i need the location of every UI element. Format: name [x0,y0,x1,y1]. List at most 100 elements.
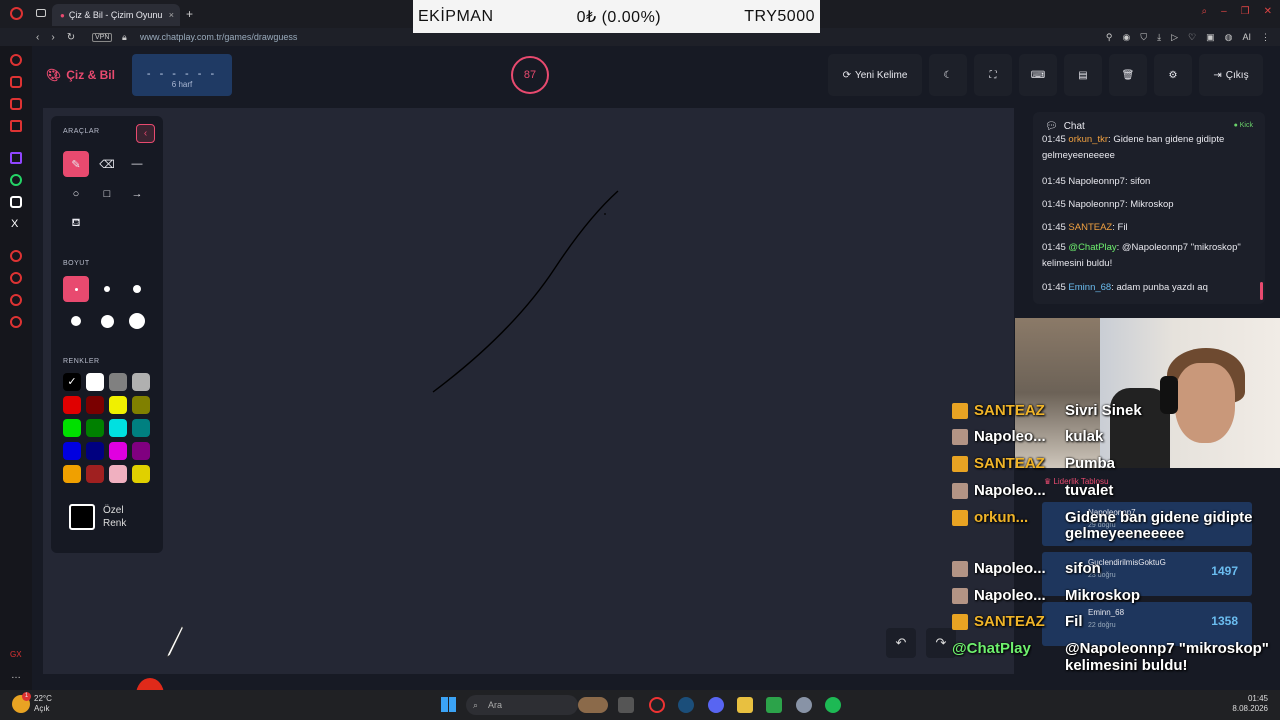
task-view-icon[interactable] [618,697,634,713]
menu-icon[interactable]: ⋮ [1261,32,1270,43]
color-swatch[interactable]: ✓ [63,373,81,391]
fullscreen-button[interactable]: ⛶ [974,54,1012,96]
taskbar-search[interactable]: ⌕ Ara [466,695,578,715]
message-user[interactable]: SANTEAZ [1068,222,1112,233]
discord-icon[interactable] [10,196,22,208]
search-icon[interactable]: ⌕ [1201,6,1207,17]
opera-gx-icon[interactable] [649,697,665,713]
x-icon[interactable]: X [11,218,18,230]
discord-taskbar-icon[interactable] [708,697,724,713]
whatsapp-icon[interactable] [10,174,22,186]
circle-tool-button[interactable]: ○ [63,181,89,207]
chat-scrollbar[interactable] [1260,282,1263,300]
pin-icon[interactable]: ⚲ [1106,32,1113,43]
reload-icon[interactable]: ↻ [67,32,75,43]
minimize-icon[interactable]: – [1221,6,1227,17]
undo-button[interactable]: ↶ [886,628,916,658]
color-swatch[interactable] [86,419,104,437]
restore-icon[interactable]: ❐ [1241,6,1250,17]
color-swatch[interactable] [109,442,127,460]
message-user[interactable]: Napoleonnp7 [1068,176,1125,187]
eraser-tool-button[interactable]: ⌫ [94,151,120,177]
size-option-5[interactable] [94,308,120,334]
archive-button[interactable]: ▤ [1064,54,1102,96]
drawing-canvas[interactable] [43,108,1014,674]
collapse-panel-button[interactable]: ‹ [136,124,155,143]
color-swatch[interactable] [132,373,150,391]
download-icon[interactable]: ⤓ [1157,32,1161,43]
color-swatch[interactable] [63,442,81,460]
folder-icon[interactable] [737,697,753,713]
gx-icon[interactable]: GX [10,650,22,659]
close-tab-icon[interactable]: × [169,10,174,20]
color-swatch[interactable] [63,419,81,437]
weather-widget[interactable]: 22°C Açık [34,694,52,714]
line-tool-button[interactable]: — [124,151,150,177]
messenger-icon[interactable] [10,120,22,132]
settings-button[interactable]: ⚙ [1154,54,1192,96]
clock-icon[interactable] [10,272,22,284]
new-tab-icon[interactable]: + [186,7,193,21]
close-window-icon[interactable]: ✕ [1264,6,1272,17]
settings-icon[interactable] [10,316,22,328]
steam-icon[interactable] [678,697,694,713]
bookmark-icon[interactable] [10,98,22,110]
search-highlight-icon[interactable] [578,697,608,713]
taskbar-clock[interactable]: 01:45 8.08.2026 [1232,694,1268,714]
play-icon[interactable]: ▷ [1171,32,1178,43]
color-swatch[interactable] [132,396,150,414]
message-user[interactable]: @ChatPlay [1068,242,1116,253]
color-swatch[interactable] [109,419,127,437]
color-swatch[interactable] [86,442,104,460]
settings-taskbar-icon[interactable] [796,697,812,713]
extension-icon[interactable]: ▣ [1206,32,1215,43]
size-option-1[interactable] [63,276,89,302]
size-option-2[interactable] [94,276,120,302]
heart-sidebar-icon[interactable] [10,294,22,306]
spotify-icon[interactable] [825,697,841,713]
music-icon[interactable] [10,250,22,262]
color-swatch[interactable] [109,396,127,414]
camera-icon[interactable]: ◉ [1123,32,1131,43]
custom-color-button[interactable]: Özel Renk [69,504,126,530]
new-word-button[interactable]: ⟳ Yeni Kelime [828,54,922,96]
exit-button[interactable]: ⇥ Çıkış [1199,54,1263,96]
forward-icon[interactable]: › [51,32,54,43]
twitch-icon[interactable] [10,152,22,164]
color-swatch[interactable] [109,465,127,483]
color-swatch[interactable] [86,373,104,391]
color-swatch[interactable] [132,419,150,437]
rectangle-tool-button[interactable]: □ [94,181,120,207]
game-logo[interactable]: 🎨︎ Çiz & Bil [46,68,115,82]
color-swatch[interactable] [63,396,81,414]
back-icon[interactable]: ‹ [36,32,39,43]
windows-start-icon[interactable] [441,697,456,712]
size-option-4[interactable] [63,308,89,334]
url-field[interactable]: www.chatplay.com.tr/games/drawguess [140,32,297,42]
app-green-icon[interactable] [766,697,782,713]
size-option-6[interactable] [124,308,150,334]
history-icon[interactable] [10,54,22,66]
color-swatch[interactable] [63,465,81,483]
message-user[interactable]: Napoleonnp7 [1068,199,1125,210]
color-swatch[interactable] [86,396,104,414]
tab-list-icon[interactable] [36,9,46,17]
opera-logo-icon[interactable] [10,7,23,20]
message-user[interactable]: orkun_tkr [1068,134,1108,145]
color-swatch[interactable] [132,465,150,483]
more-icon[interactable]: … [11,670,21,681]
color-swatch[interactable] [86,465,104,483]
message-user[interactable]: Eminn_68 [1068,282,1111,293]
heart-icon[interactable]: ♡ [1188,32,1196,43]
tab-active[interactable]: ● Çiz & Bil - Çizim Oyunu × [52,4,180,26]
ai-button[interactable]: AI [1242,32,1251,43]
size-option-3[interactable] [124,276,150,302]
vpn-badge[interactable]: VPN [92,32,113,42]
fill-tool-button[interactable]: ⛾ [63,211,89,237]
bag-icon[interactable] [10,76,22,88]
color-swatch[interactable] [109,373,127,391]
keyboard-button[interactable]: ⌨ [1019,54,1057,96]
shield-icon[interactable]: ⛉ [1140,32,1147,43]
color-swatch[interactable] [132,442,150,460]
clear-button[interactable]: 🗑︎ [1109,54,1147,96]
